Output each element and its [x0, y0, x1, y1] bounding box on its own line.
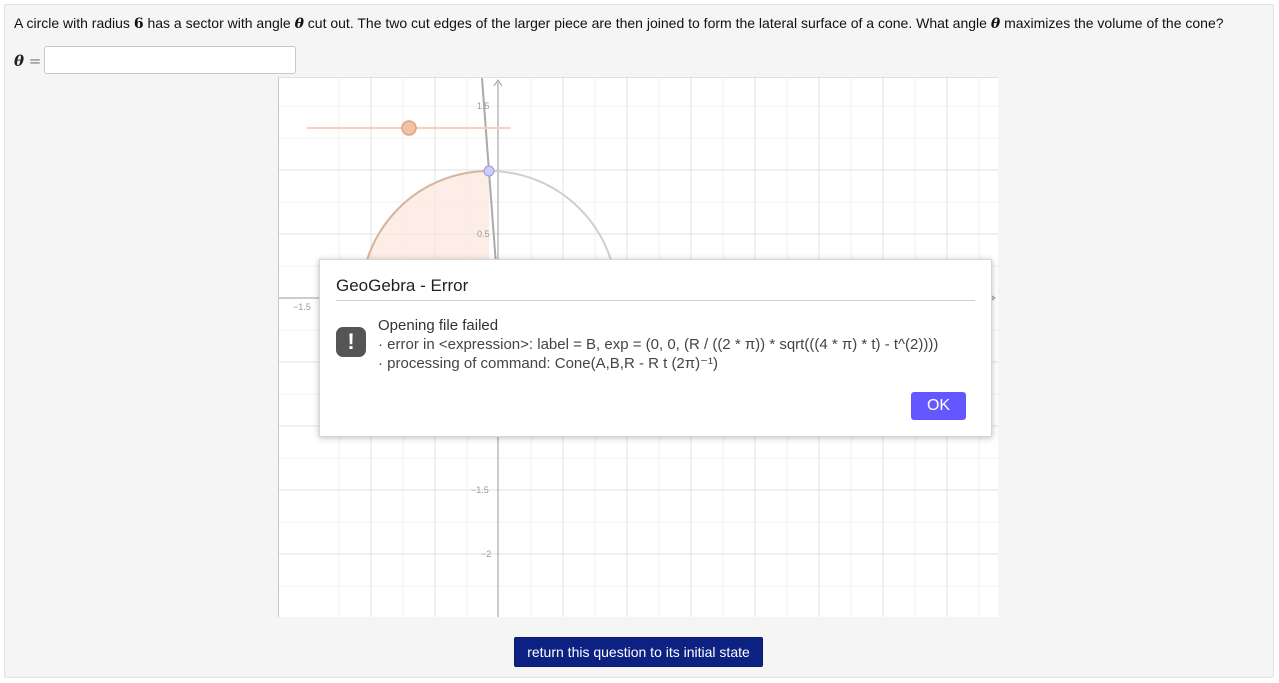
reset-question-button[interactable]: return this question to its initial stat…: [514, 637, 763, 667]
axis-label: −1.5: [293, 302, 311, 312]
axis-label: 0.5: [477, 229, 490, 239]
radius-value: 6: [133, 16, 144, 32]
ok-button[interactable]: OK: [911, 392, 966, 420]
dialog-divider: [336, 300, 975, 301]
answer-label: θ =: [14, 52, 42, 70]
error-line: · processing of command: Cone(A,B,R - R …: [378, 355, 719, 372]
theta-slider-handle[interactable]: [401, 120, 417, 136]
error-dialog: GeoGebra - Error ! Opening file failed ·…: [319, 259, 992, 437]
axis-label: −1.5: [471, 485, 489, 495]
error-line: Opening file failed: [378, 317, 499, 334]
axis-label: 1.5: [477, 101, 490, 111]
error-line: · error in <expression>: label = B, exp …: [378, 336, 939, 353]
exclamation-icon: !: [336, 327, 366, 357]
axis-label: −2: [481, 549, 491, 559]
error-message: Opening file failed · error in <expressi…: [378, 316, 938, 373]
answer-input[interactable]: [44, 46, 296, 74]
question-text: A circle with radius 6 has a sector with…: [14, 15, 1224, 32]
point-b[interactable]: [483, 165, 495, 177]
dialog-title: GeoGebra - Error: [336, 276, 469, 295]
